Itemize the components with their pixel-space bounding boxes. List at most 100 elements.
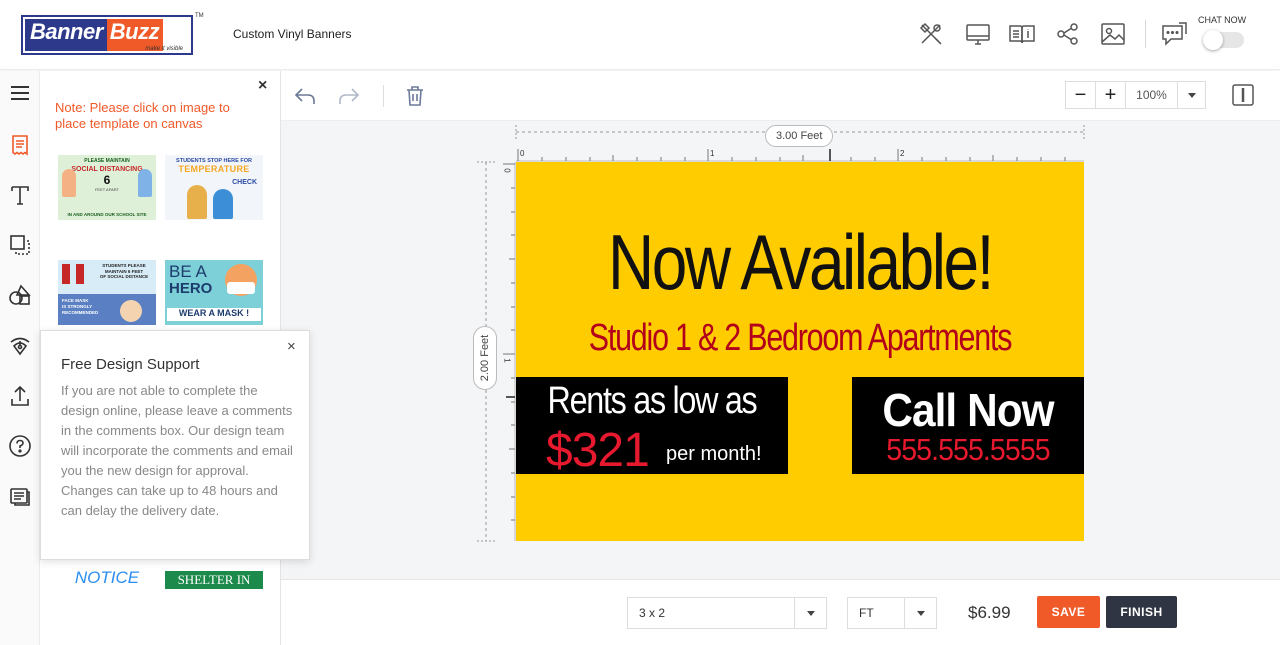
zoom-dropdown[interactable] — [1178, 82, 1205, 108]
panel-close-button[interactable]: × — [258, 77, 267, 95]
bottom-bar: 3 x 2 FT $6.99 SAVE FINISH — [281, 579, 1280, 645]
redo-icon[interactable] — [336, 83, 362, 109]
canvas-area: 0 1 2 0 1 3.00 Feet 2.00 Feet Now Availa… — [281, 121, 1280, 579]
unit-value: FT — [859, 606, 874, 620]
logo[interactable]: Banner Buzz make it visible — [21, 15, 193, 55]
header: Banner Buzz make it visible TM Custom Vi… — [0, 0, 1280, 70]
upload-icon[interactable] — [6, 382, 34, 410]
zoom-control: − + 100% — [1065, 81, 1206, 109]
width-dimension: 3.00 Feet — [516, 125, 1084, 147]
template-thumb-social-distancing[interactable]: PLEASE MAINTAIN SOCIAL DISTANCING 6 FEET… — [58, 155, 156, 220]
toolbar-divider — [383, 85, 384, 107]
banner-per-month[interactable]: per month! — [666, 443, 762, 466]
workspace: − + 100% 0 1 2 0 1 3.00 Feet 2.00 Feet N… — [281, 71, 1280, 579]
banner-canvas[interactable]: Now Available! Studio 1 & 2 Bedroom Apar… — [516, 162, 1084, 541]
share-icon[interactable] — [1054, 20, 1082, 48]
preview-monitor-icon[interactable] — [964, 20, 992, 48]
banner-call-now[interactable]: Call Now — [861, 383, 1074, 437]
thumb-text: OF SOCIAL DISTANCE — [99, 274, 149, 279]
chevron-down-icon — [1187, 92, 1196, 98]
layers-icon[interactable] — [6, 231, 34, 259]
banner-rent-box[interactable]: Rents as low as $321 per month! — [516, 377, 788, 477]
ruler-top-label-0: 0 — [520, 149, 525, 158]
thumb-text: RECOMMENDED — [62, 310, 99, 315]
thumb-text: STUDENTS PLEASE — [102, 263, 146, 268]
thumb-face — [120, 300, 142, 322]
delete-icon[interactable] — [402, 83, 428, 109]
zoom-out-button[interactable]: − — [1066, 82, 1096, 108]
thumb-text-block: FACE MASK IS STRONGLY RECOMMENDED — [62, 298, 98, 316]
clipart-icon[interactable] — [6, 331, 34, 359]
template-thumb-maintain-distance[interactable]: STUDENTS PLEASE MAINTAIN 6 FEET OF SOCIA… — [58, 260, 156, 325]
chat-now-label: CHAT NOW — [1198, 15, 1247, 25]
zoom-value: 100% — [1126, 82, 1178, 108]
thumb-text: CHECK — [232, 179, 257, 186]
logo-text-banner: Banner — [25, 19, 107, 51]
thumb-text: HERO — [169, 280, 213, 297]
toggle-knob — [1203, 30, 1223, 50]
save-button[interactable]: SAVE — [1037, 596, 1100, 628]
banner-price[interactable]: $321 — [546, 423, 650, 478]
text-icon[interactable] — [6, 181, 34, 209]
thumb-figure — [187, 185, 207, 219]
help-icon[interactable] — [6, 432, 34, 460]
undo-icon[interactable] — [292, 83, 318, 109]
logo-trademark: TM — [195, 13, 204, 19]
chevron-down-icon — [794, 598, 826, 628]
thumb-text: NOTICE — [74, 568, 140, 587]
thumb-text: IN AND AROUND OUR SCHOOL SITE — [67, 212, 147, 217]
product-title: Custom Vinyl Banners — [233, 27, 352, 41]
header-divider — [1145, 20, 1146, 48]
thumb-text-block: STUDENTS PLEASE MAINTAIN 6 FEET OF SOCIA… — [94, 263, 154, 280]
thumb-figure — [213, 189, 233, 219]
tooltip-body: If you are not able to complete the desi… — [61, 383, 293, 518]
design-support-tooltip: × Free Design Support If you are not abl… — [40, 330, 310, 560]
size-select[interactable]: 3 x 2 — [627, 597, 827, 629]
thumb-text: BE A — [169, 262, 207, 281]
ruler-left-label-0: 0 — [502, 168, 512, 173]
left-rail — [0, 71, 40, 645]
ruler-left-label-1: 1 — [502, 358, 512, 363]
height-label: 2.00 Feet — [479, 334, 492, 382]
shapes-icon[interactable] — [6, 281, 34, 309]
design-tools-icon[interactable] — [917, 20, 945, 48]
banner-phone[interactable]: 555.555.5555 — [861, 432, 1074, 468]
finish-button[interactable]: FINISH — [1106, 596, 1177, 628]
ruler-top-label-2: 2 — [900, 149, 905, 158]
thumb-text: PLEASE MAINTAIN — [84, 158, 130, 164]
thumb-text: TEMPERATURE — [178, 164, 250, 174]
template-thumb-temperature-check[interactable]: STUDENTS STOP HERE FOR TEMPERATURE CHECK — [165, 155, 263, 220]
banner-rents-text[interactable]: Rents as low as — [536, 380, 767, 423]
ruler-top-label-1: 1 — [710, 149, 715, 158]
thumb-figure — [76, 264, 84, 284]
zoom-in-button[interactable]: + — [1096, 82, 1126, 108]
banner-call-box[interactable]: Call Now 555.555.5555 — [852, 377, 1084, 474]
width-label: 3.00 Feet — [765, 125, 834, 147]
panel-note: Note: Please click on image to place tem… — [55, 100, 230, 131]
thumb-mask — [227, 282, 255, 294]
chevron-down-icon — [904, 598, 936, 628]
template-thumb-notice[interactable]: NOTICE — [58, 567, 156, 589]
logo-tagline: make it visible — [145, 46, 183, 52]
template-thumb-be-a-hero[interactable]: BE A HERO WEAR A MASK ! — [165, 260, 263, 325]
comments-icon[interactable] — [6, 482, 34, 510]
menu-icon[interactable] — [6, 79, 34, 107]
tooltip-title: Free Design Support — [61, 356, 200, 373]
tooltip-close-button[interactable]: × — [287, 338, 296, 355]
height-dimension: 2.00 Feet — [473, 326, 497, 390]
size-value: 3 x 2 — [639, 606, 666, 620]
thumb-figure — [138, 169, 152, 197]
price-display: $6.99 — [968, 603, 1011, 622]
image-icon[interactable] — [1099, 20, 1127, 48]
templates-icon[interactable] — [6, 131, 34, 159]
banner-headline[interactable]: Now Available! — [567, 217, 1033, 308]
unit-select[interactable]: FT — [847, 597, 937, 629]
banner-subhead[interactable]: Studio 1 & 2 Bedroom Apartments — [573, 317, 1027, 360]
canvas-toolbar: − + 100% — [281, 71, 1280, 121]
template-thumb-shelter-in-place[interactable]: SHELTER IN — [165, 571, 263, 589]
thumb-text: WEAR A MASK ! — [167, 308, 261, 321]
panel-toggle-icon[interactable] — [1230, 82, 1256, 108]
chat-toggle[interactable] — [1203, 30, 1244, 50]
info-book-icon[interactable] — [1008, 20, 1036, 48]
chat-icon[interactable] — [1160, 20, 1188, 48]
